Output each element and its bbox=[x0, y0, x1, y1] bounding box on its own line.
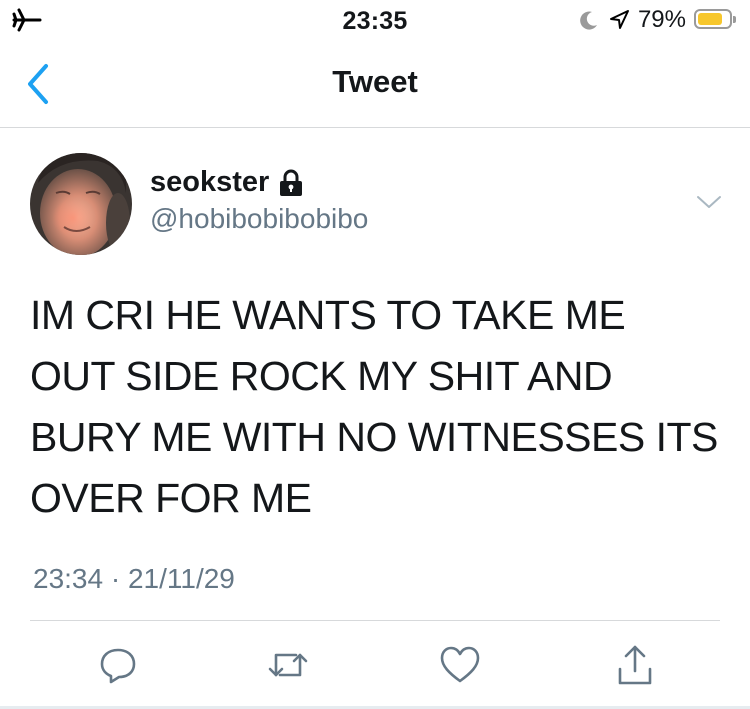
tweet-timestamp: 23:34 · 21/11/29 bbox=[33, 563, 235, 594]
chevron-down-icon bbox=[697, 196, 721, 208]
status-right-group: 79% bbox=[578, 6, 738, 33]
status-bar: 23:35 79% bbox=[0, 0, 750, 40]
reply-button[interactable] bbox=[93, 640, 143, 690]
reply-icon bbox=[100, 648, 136, 684]
user-handle[interactable]: @hobibobibobibo bbox=[150, 203, 368, 235]
like-icon bbox=[440, 646, 480, 683]
share-button[interactable] bbox=[610, 640, 660, 690]
moon-icon bbox=[580, 11, 597, 30]
avatar[interactable] bbox=[30, 153, 132, 255]
location-icon bbox=[609, 10, 629, 29]
battery-percent: 79% bbox=[637, 6, 686, 33]
page-title: Tweet bbox=[332, 64, 418, 99]
navigation-bar: Tweet bbox=[0, 40, 750, 128]
divider bbox=[30, 620, 720, 621]
battery-tip bbox=[733, 16, 736, 23]
lock-icon bbox=[280, 169, 303, 196]
tweet-menu-button[interactable] bbox=[694, 190, 724, 214]
action-bar bbox=[0, 640, 750, 690]
battery-body bbox=[694, 9, 732, 29]
share-icon bbox=[618, 645, 652, 685]
display-name-row[interactable]: seokster bbox=[150, 166, 303, 199]
tweet-text: IM CRI HE WANTS TO TAKE ME OUT SIDE ROCK… bbox=[30, 292, 718, 521]
avatar-image bbox=[30, 153, 132, 255]
battery-icon bbox=[694, 9, 738, 31]
display-name[interactable]: seokster bbox=[150, 166, 269, 199]
retweet-button[interactable] bbox=[263, 640, 313, 690]
like-button[interactable] bbox=[435, 640, 485, 690]
retweet-icon bbox=[268, 653, 308, 677]
battery-fill bbox=[698, 13, 722, 25]
